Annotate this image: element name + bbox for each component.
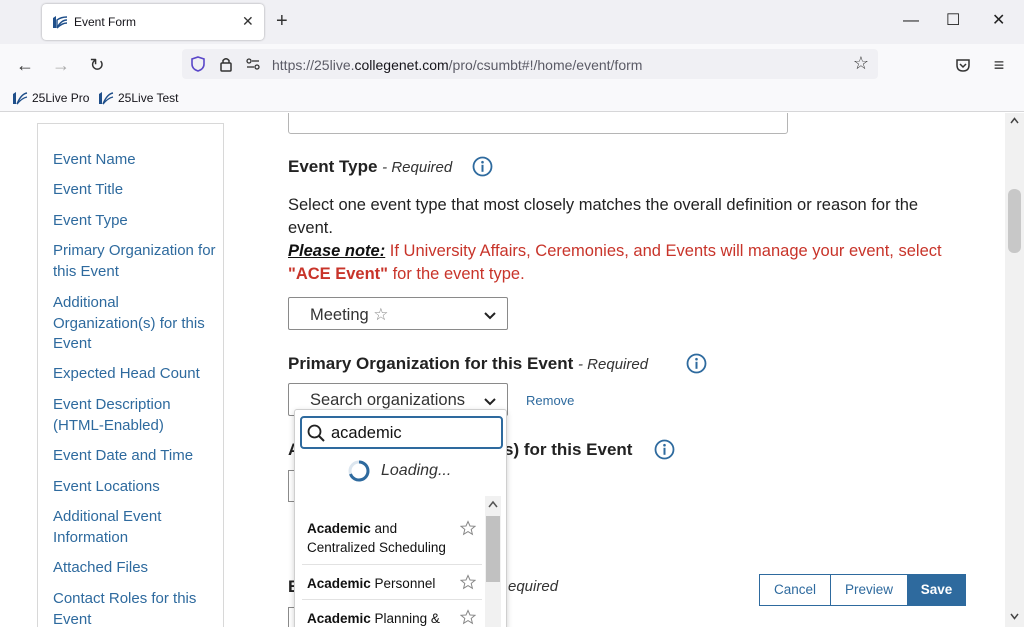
organization-search-input[interactable]: academic: [300, 416, 503, 449]
event-type-select[interactable]: Meeting ☆: [288, 297, 508, 330]
minimize-icon[interactable]: —: [903, 12, 919, 30]
favorite-star-icon[interactable]: ☆: [373, 305, 388, 324]
browser-tab[interactable]: Event Form ✕: [42, 4, 264, 40]
url-bar[interactable]: https://25live.collegenet.com/pro/csumbt…: [182, 49, 878, 79]
primary-org-label: Primary Organization for this Event: [288, 354, 574, 373]
maximize-icon[interactable]: ☐: [946, 12, 960, 30]
org-option[interactable]: Academic and Centralized Scheduling: [307, 519, 467, 557]
pocket-icon[interactable]: [954, 56, 972, 74]
option-match: Academic: [307, 521, 371, 536]
bookmark-star-icon[interactable]: ☆: [850, 52, 872, 74]
hidden-section-required: equired: [508, 578, 559, 595]
tab-close-icon[interactable]: ✕: [242, 13, 254, 30]
permissions-icon[interactable]: [244, 55, 262, 73]
dropdown-scrollbar[interactable]: [485, 496, 501, 627]
tab-title: Event Form: [74, 15, 137, 29]
spinner-icon: [348, 460, 370, 482]
new-tab-icon[interactable]: +: [276, 10, 288, 32]
bookmark-25live-pro[interactable]: 25Live Pro: [12, 91, 89, 105]
event-type-heading: Event Type - Required: [288, 157, 452, 177]
note-text-1: If University Affairs, Ceremonies, and E…: [385, 242, 942, 260]
scroll-up-arrow-icon[interactable]: [1010, 117, 1019, 124]
loading-text: Loading...: [381, 462, 452, 479]
form-main: Event Type - Required Select one event t…: [0, 113, 1004, 627]
event-type-value: Meeting: [310, 306, 369, 324]
chevron-down-icon: [484, 312, 496, 320]
url-host: collegenet.com: [354, 57, 449, 73]
bookmarks-toolbar: 25Live Pro 25Live Test: [0, 86, 1024, 112]
url-prefix: https://25live.: [272, 57, 355, 73]
event-type-label: Event Type: [288, 157, 378, 176]
event-type-description: Select one event type that most closely …: [288, 196, 919, 237]
shield-icon[interactable]: [189, 55, 207, 73]
forward-arrow-icon[interactable]: →: [50, 54, 72, 76]
favorite-star-icon[interactable]: [460, 574, 476, 590]
option-divider: [302, 599, 482, 600]
scroll-thumb[interactable]: [486, 516, 500, 582]
option-match: Academic: [307, 611, 371, 626]
favorite-star-icon[interactable]: [460, 609, 476, 625]
note-text-2: for the event type.: [388, 265, 525, 283]
reload-icon[interactable]: ↻: [86, 54, 108, 76]
bookmark-label: 25Live Pro: [32, 91, 90, 105]
scroll-thumb[interactable]: [1008, 189, 1021, 253]
event-title-input[interactable]: [288, 113, 788, 134]
required-label: - Required: [382, 159, 453, 176]
org-option[interactable]: Academic Planning & Budget: [307, 609, 467, 627]
search-query: academic: [331, 424, 402, 442]
primary-org-heading: Primary Organization for this Event - Re…: [288, 354, 648, 374]
url-text: https://25live.collegenet.com/pro/csumbt…: [272, 57, 642, 73]
menu-hamburger-icon[interactable]: ≡: [988, 54, 1010, 76]
page-scrollbar[interactable]: [1005, 113, 1024, 627]
chevron-down-icon: [484, 398, 496, 406]
info-icon[interactable]: [686, 353, 707, 374]
remove-link[interactable]: Remove: [526, 393, 574, 408]
org-option[interactable]: Academic Personnel: [307, 574, 467, 593]
preview-button[interactable]: Preview: [830, 574, 908, 606]
cancel-button[interactable]: Cancel: [759, 574, 831, 606]
url-path: /pro/csumbt#!/home/event/form: [448, 57, 643, 73]
back-arrow-icon[interactable]: ←: [14, 54, 36, 76]
additional-org-heading-suffix: s) for this Event: [504, 440, 633, 459]
lock-icon[interactable]: [217, 55, 235, 73]
search-icon: [307, 424, 325, 442]
browser-tab-bar: Event Form ✕ + — ☐ ✕: [0, 0, 1024, 44]
note-ace-event: "ACE Event": [288, 265, 388, 283]
organization-search-dropdown: academic Loading... Academic and Central…: [294, 409, 507, 627]
option-rest: Personnel: [370, 576, 436, 591]
bookmark-25live-test[interactable]: 25Live Test: [98, 91, 179, 105]
window-close-icon[interactable]: ✕: [992, 12, 1005, 30]
25live-logo-icon: [99, 92, 114, 105]
bookmark-label: 25Live Test: [118, 91, 179, 105]
scroll-up-arrow-icon[interactable]: [488, 500, 498, 508]
info-icon[interactable]: [654, 439, 675, 460]
event-type-note: Please note: If University Affairs, Cere…: [288, 240, 948, 286]
page-viewport: Event Name Event Title Event Type Primar…: [0, 113, 1024, 627]
25live-logo-icon: [13, 92, 28, 105]
event-type-selected: Meeting ☆: [310, 305, 389, 325]
info-icon[interactable]: [472, 156, 493, 177]
favorite-star-icon[interactable]: [460, 520, 476, 536]
note-label: Please note:: [288, 242, 386, 260]
primary-org-placeholder: Search organizations: [310, 391, 466, 409]
loading-indicator: Loading...: [347, 459, 451, 483]
option-match: Academic: [307, 576, 371, 591]
save-button[interactable]: Save: [907, 574, 966, 606]
option-divider: [302, 564, 482, 565]
required-label: - Required: [578, 356, 649, 373]
scroll-down-arrow-icon[interactable]: [1010, 613, 1019, 620]
25live-logo-icon: [53, 16, 68, 29]
navigation-toolbar: ← → ↻ https://25live.collegenet.com/pro/…: [0, 44, 1024, 86]
